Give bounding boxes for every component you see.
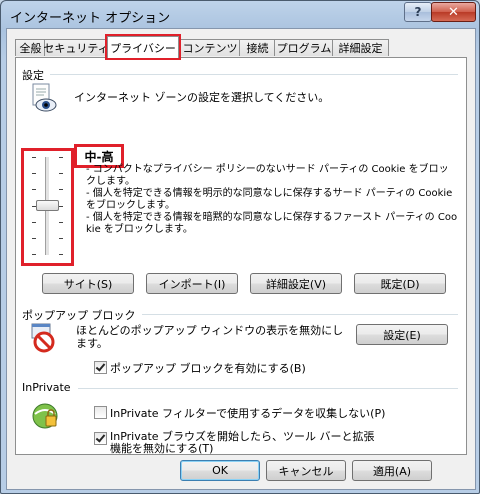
privacy-level-description: - コンパクトなプライバシー ポリシーのないサード パーティの Cookie を… [86,164,458,236]
privacy-level-slider[interactable] [21,148,74,266]
help-button[interactable]: ? [404,2,432,22]
slider-tick [59,222,63,223]
inprivate-divider [78,388,458,389]
slider-tick [59,157,63,158]
description-line: - 個人を特定できる情報を暗黙的な同意なしに保存するファースト パーティの Co… [86,212,458,235]
close-button[interactable]: ✕ [431,2,476,22]
popup-enable-label[interactable]: ポップアップ ブロックを有効にする(B) [110,360,306,376]
popup-divider [142,314,458,315]
slider-tick [32,189,36,190]
popup-description: ほとんどのポップアップ ウィンドウの表示を無効にします。 [76,324,344,350]
popup-blocker-icon [30,323,58,353]
slider-thumb[interactable] [36,200,59,211]
inprivate-disable-toolbars-label[interactable]: InPrivate ブラウズを開始したら、ツール バーと拡張機能を無効にする(T… [110,431,380,455]
tab-label: 全般 [19,42,42,55]
tab-programs[interactable]: プログラム [274,39,334,56]
popup-group-label: ポップアップ ブロック [22,309,136,322]
internet-options-window: インターネット オプション ? ✕ 全般 セキュリティ プライバシー コンテンツ… [0,0,480,494]
settings-divider [50,74,458,75]
advanced-settings-button[interactable]: 詳細設定(V) [250,273,342,294]
apply-button[interactable]: 適用(A) [352,460,432,481]
zone-instruction: インターネット ゾーンの設定を選択してください。 [74,91,330,104]
tab-privacy[interactable]: プライバシー [105,34,181,60]
inprivate-filter-checkbox[interactable] [94,406,107,419]
dialog-client-area: 全般 セキュリティ プライバシー コンテンツ 接続 プログラム 詳細設定 設定 [6,28,476,490]
slider-tick [32,238,36,239]
privacy-panel: 設定 インターネット ゾーンの設定を選択してください。 中-高 - コンパクトな… [15,57,467,455]
import-button[interactable]: インポート(I) [146,273,238,294]
inprivate-group-label: InPrivate [22,381,71,394]
popup-settings-button[interactable]: 設定(E) [356,324,448,345]
inprivate-filter-label[interactable]: InPrivate フィルターで使用するデータを収集しない(P) [110,405,385,421]
description-line: - 個人を特定できる情報を明示的な同意なしに保存するサード パーティの Cook… [86,188,453,211]
tab-label: プライバシー [110,41,176,55]
slider-tick [32,222,36,223]
slider-tick [59,189,63,190]
title-bar[interactable]: インターネット オプション ? ✕ [1,1,479,29]
window-title: インターネット オプション [10,11,171,26]
slider-tick [59,254,63,255]
slider-tick [32,254,36,255]
slider-tick [32,157,36,158]
tab-advanced[interactable]: 詳細設定 [332,39,389,56]
popup-enable-checkbox[interactable] [94,361,107,374]
tab-label: コンテンツ [182,42,238,55]
inprivate-disable-toolbars-checkbox[interactable] [94,432,107,445]
tab-label: プログラム [276,42,332,55]
tab-content[interactable]: コンテンツ [179,39,241,56]
help-icon: ? [414,5,422,19]
slider-tick [59,173,63,174]
slider-tick [59,238,63,239]
description-line: - コンパクトなプライバシー ポリシーのないサード パーティの Cookie を… [86,164,449,187]
close-icon: ✕ [448,4,459,20]
slider-tick [32,173,36,174]
privacy-document-icon [30,83,58,113]
tab-connections[interactable]: 接続 [239,39,276,56]
tab-label: 詳細設定 [338,42,383,55]
inprivate-icon [30,401,60,431]
ok-button[interactable]: OK [180,460,260,481]
tab-label: 接続 [246,42,269,55]
tab-label: セキュリティ [43,42,109,55]
tab-general[interactable]: 全般 [15,39,46,56]
settings-group-label: 設定 [22,69,44,82]
tab-security[interactable]: セキュリティ [43,39,109,56]
sites-button[interactable]: サイト(S) [42,273,134,294]
tab-strip: 全般 セキュリティ プライバシー コンテンツ 接続 プログラム 詳細設定 [15,34,465,60]
slider-tick [59,206,63,207]
default-button[interactable]: 既定(D) [354,273,446,294]
cancel-button[interactable]: キャンセル [266,460,346,481]
